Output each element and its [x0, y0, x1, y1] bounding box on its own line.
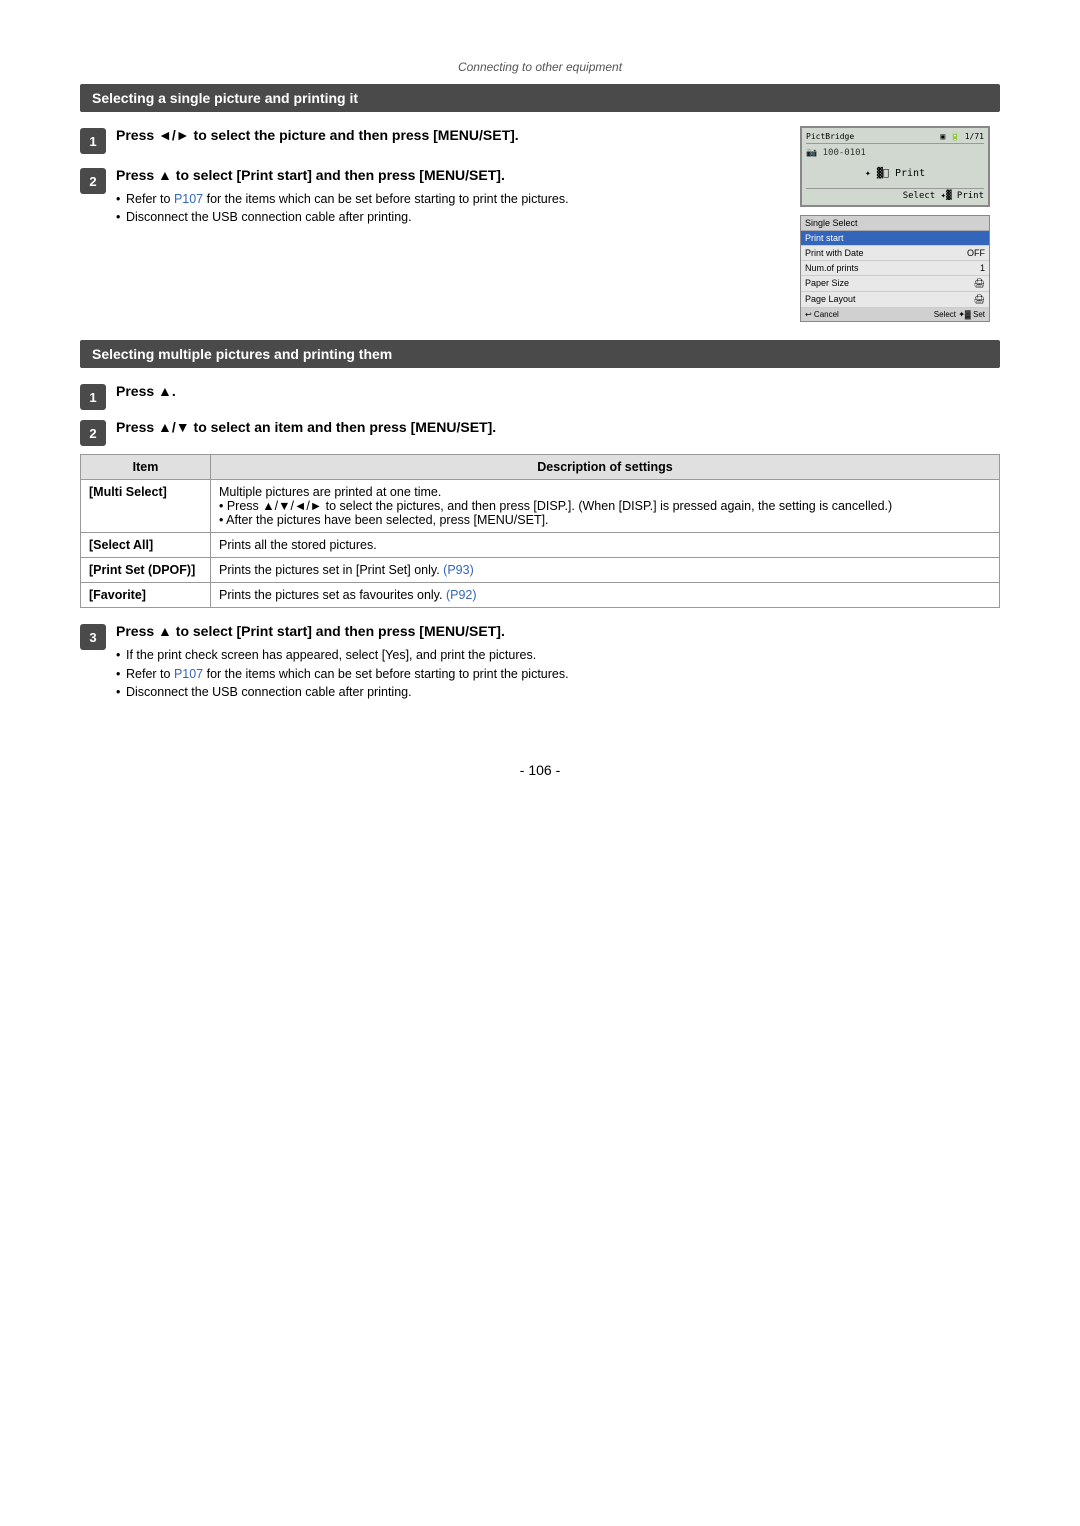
- section2-step3-text: Press ▲ to select [Print start] and then…: [116, 622, 1000, 642]
- selection-table: Item Description of settings [Multi Sele…: [80, 454, 1000, 608]
- table-col2-header: Description of settings: [211, 455, 1000, 480]
- menu-footer: ↩ CancelSelect ✦▓ Set: [801, 308, 989, 321]
- section1-title: Selecting a single picture and printing …: [80, 84, 1000, 112]
- menu-header: Single Select: [801, 216, 989, 231]
- printset-item: [Print Set (DPOF)]: [81, 558, 211, 583]
- step1-number: 1: [80, 128, 106, 154]
- section2-step2-block: 2 Press ▲/▼ to select an item and then p…: [80, 418, 1000, 446]
- lcd-brand: PictBridge: [806, 132, 854, 141]
- section1-step1-content: Press ◄/► to select the picture and then…: [116, 126, 780, 150]
- menu-row-papersize: Paper Size🖨: [801, 276, 989, 292]
- menu-row-date: Print with DateOFF: [801, 246, 989, 261]
- section1: Selecting a single picture and printing …: [80, 84, 1000, 322]
- select-all-desc: Prints all the stored pictures.: [211, 533, 1000, 558]
- menu-row-printstart: Print start: [801, 231, 989, 246]
- page-header: Connecting to other equipment: [80, 60, 1000, 74]
- section2-step1-content: Press ▲.: [116, 382, 1000, 406]
- section1-step2-text: Press ▲ to select [Print start] and then…: [116, 166, 780, 186]
- multi-select-item: [Multi Select]: [81, 480, 211, 533]
- section2-step2-content: Press ▲/▼ to select an item and then pre…: [116, 418, 1000, 442]
- table-row-printset: [Print Set (DPOF)] Prints the pictures s…: [81, 558, 1000, 583]
- page-number: - 106 -: [80, 762, 1000, 778]
- section1-step1-row: 1 Press ◄/► to select the picture and th…: [80, 126, 1000, 322]
- link-p92[interactable]: (P92): [446, 588, 477, 602]
- section2-step3-block: 3 Press ▲ to select [Print start] and th…: [80, 622, 1000, 702]
- section2-step1-number: 1: [80, 384, 106, 410]
- menu-screen: Single Select Print start Print with Dat…: [800, 215, 990, 322]
- lcd-icons: ▣ 🔋 1/71: [940, 132, 984, 141]
- table-row-favorite: [Favorite] Prints the pictures set as fa…: [81, 583, 1000, 608]
- menu-row-pagelayout: Page Layout🖨: [801, 292, 989, 308]
- section1-bullet1: Refer to P107 for the items which can be…: [116, 190, 780, 209]
- section2: Selecting multiple pictures and printing…: [80, 340, 1000, 702]
- table-col1-header: Item: [81, 455, 211, 480]
- table-row-selectall: [Select All] Prints all the stored pictu…: [81, 533, 1000, 558]
- section2-step1-block: 1 Press ▲.: [80, 382, 1000, 410]
- lcd-top: PictBridge ▣ 🔋 1/71: [806, 132, 984, 144]
- section1-step1-block: 1 Press ◄/► to select the picture and th…: [80, 126, 780, 154]
- section2-step2-text: Press ▲/▼ to select an item and then pre…: [116, 418, 1000, 438]
- section1-bullet2: Disconnect the USB connection cable afte…: [116, 208, 780, 227]
- favorite-item: [Favorite]: [81, 583, 211, 608]
- section2-step1-text: Press ▲.: [116, 382, 1000, 402]
- lcd-footer: Select ✦▓ Print: [806, 188, 984, 201]
- section1-step1-text: Press ◄/► to select the picture and then…: [116, 126, 780, 146]
- section2-title: Selecting multiple pictures and printing…: [80, 340, 1000, 368]
- link-p107-2[interactable]: P107: [174, 667, 203, 681]
- screens-column: PictBridge ▣ 🔋 1/71 📷 100-0101 ✦ ▓⃞ Prin…: [800, 126, 1000, 322]
- multi-select-desc: Multiple pictures are printed at one tim…: [211, 480, 1000, 533]
- lcd-folder: 📷 100-0101: [806, 146, 984, 160]
- link-p107-1[interactable]: P107: [174, 192, 203, 206]
- section2-step2-number: 2: [80, 420, 106, 446]
- section1-step2-content: Press ▲ to select [Print start] and then…: [116, 166, 780, 227]
- section2-bullet1: If the print check screen has appeared, …: [116, 646, 1000, 665]
- select-all-item: [Select All]: [81, 533, 211, 558]
- section2-step3-bullets: If the print check screen has appeared, …: [116, 646, 1000, 702]
- link-p93[interactable]: (P93): [443, 563, 474, 577]
- section1-step1-left: 1 Press ◄/► to select the picture and th…: [80, 126, 780, 239]
- lcd-center: ✦ ▓⃞ Print: [806, 166, 984, 182]
- section2-bullet3: Disconnect the USB connection cable afte…: [116, 683, 1000, 702]
- section2-step3-number: 3: [80, 624, 106, 650]
- menu-row-numprints: Num.of prints1: [801, 261, 989, 276]
- step2-number: 2: [80, 168, 106, 194]
- section1-step2-block: 2 Press ▲ to select [Print start] and th…: [80, 166, 780, 227]
- section1-step2-bullets: Refer to P107 for the items which can be…: [116, 190, 780, 228]
- favorite-desc: Prints the pictures set as favourites on…: [211, 583, 1000, 608]
- lcd-screen: PictBridge ▣ 🔋 1/71 📷 100-0101 ✦ ▓⃞ Prin…: [800, 126, 990, 207]
- section2-step3-content: Press ▲ to select [Print start] and then…: [116, 622, 1000, 702]
- lcd-main: 📷 100-0101 ✦ ▓⃞ Print: [806, 146, 984, 182]
- table-row-multiselect: [Multi Select] Multiple pictures are pri…: [81, 480, 1000, 533]
- section2-bullet2: Refer to P107 for the items which can be…: [116, 665, 1000, 684]
- printset-desc: Prints the pictures set in [Print Set] o…: [211, 558, 1000, 583]
